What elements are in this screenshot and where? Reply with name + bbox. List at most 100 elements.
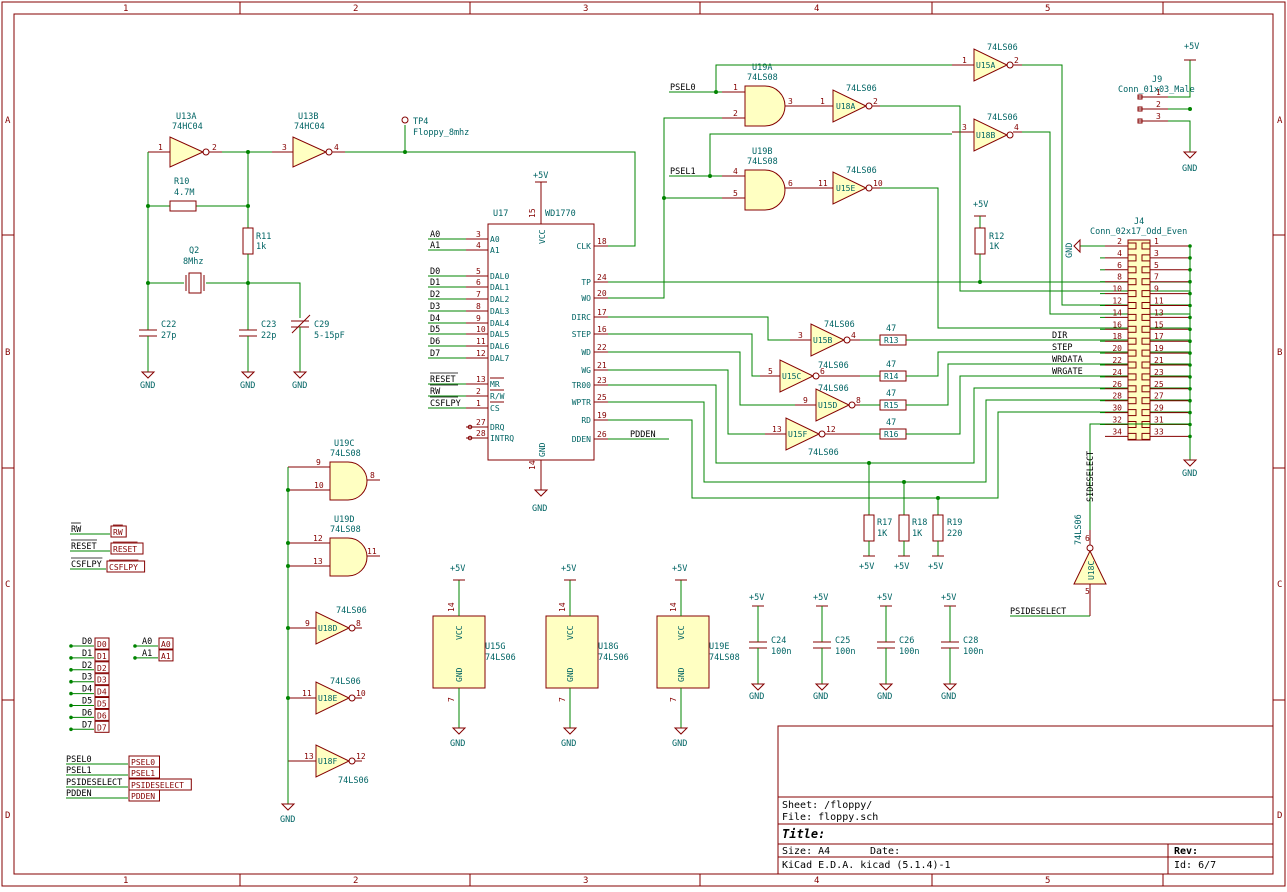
u15c-value: 74LS06 [818,361,849,371]
u18c-label: U18C [1087,561,1096,580]
r17-value: 1K [877,529,888,539]
c26-value: 100n [899,647,919,657]
net-dir: DIR [1052,331,1068,341]
glabel-data-text: D7 [97,723,107,732]
u18f-pin-in: 13 [304,752,314,761]
u18g-gnd-pin: 7 [558,697,567,702]
j4-pin-right: 21 [1154,356,1164,365]
r10-ref: R10 [174,177,189,187]
u17-gnd-pin: 14 [528,460,537,470]
u19b-value: 74LS08 [747,157,778,167]
u15g-gnd-name: GND [455,667,464,682]
u17-net-label: CSFLPY [430,399,461,409]
u19a-symbol[interactable] [744,85,786,127]
r15-ref: R15 [884,401,899,410]
tp4-ref: TP4 [413,117,428,127]
j4-pin-right: 17 [1154,332,1164,341]
tp4-symbol[interactable] [401,116,409,124]
title-file: File: floppy.sch [782,812,878,823]
u17-pin-num: 5 [476,267,481,276]
u19c-symbol[interactable] [329,461,368,501]
u15f-pin-in: 13 [772,425,782,434]
glabel-addr-text: A0 [161,640,171,649]
r16-value: 47 [886,418,896,428]
j4-pin-right: 29 [1154,404,1164,413]
u15e-pin-in: 11 [818,179,828,188]
u15b-label: U15B [813,336,832,345]
r19-symbol[interactable] [932,514,944,542]
u17-pin-num: 2 [476,387,481,396]
u17-pin-name: DAL1 [490,283,509,292]
u19e-gnd-pin: 7 [669,697,678,702]
u13b-symbol[interactable] [292,136,328,168]
c28-ref: C28 [963,636,978,646]
u17-pin-num: 16 [597,325,607,334]
title-block: Sheet: /floppy/ File: floppy.sch Title: … [777,725,1274,875]
u17-net-label: A1 [430,241,440,251]
u17-pin-num: 7 [476,290,481,299]
u18a-value: 74LS06 [846,84,877,94]
c24-5v: +5V [749,593,764,603]
psel-net-label: PSIDESELECT [66,778,122,788]
j4-pin-left: 2 [1117,237,1122,246]
r11-symbol[interactable] [242,227,254,255]
c25-5v: +5V [813,593,828,603]
r11-ref: R11 [256,232,271,242]
r19-5v: +5V [928,562,943,572]
u19c-pin-9: 9 [316,458,321,467]
data-net-label: D0 [82,637,92,647]
frame-col-2-bottom: 2 [353,876,358,886]
c24-gnd: GND [749,692,764,702]
u17-pin-name: DIRC [572,313,591,322]
u18g-vcc-name: VCC [566,625,575,640]
j4-gnd-left: GND [1065,243,1075,258]
frame-col-1-bottom: 1 [123,876,128,886]
u19a-pin-2: 2 [733,109,738,118]
title-sheet: Sheet: /floppy/ [782,800,872,811]
q2-ref: Q2 [189,246,199,256]
j9-gnd-label: GND [1182,164,1197,174]
u15e-label: U15E [836,184,855,193]
glabel-data-text: D6 [97,711,107,720]
j4-value: Conn_02x17_Odd_Even [1090,227,1187,237]
net-wrdata: WRDATA [1052,355,1083,365]
u17-pin-num: 27 [476,418,486,427]
frame-col-5-bottom: 5 [1045,876,1050,886]
q2-symbol[interactable] [188,272,202,294]
c28-value: 100n [963,647,983,657]
j4-pin-right: 15 [1154,320,1164,329]
u13b-pin-out: 4 [334,143,339,152]
c25-gnd: GND [813,692,828,702]
r12-5v: +5V [973,200,988,210]
glabel-net: CSFLPY [71,560,102,570]
j4-pin-left: 14 [1112,308,1122,317]
schematic-canvas: 1 2 3 4 5 1 2 3 4 5 A B C D A B C D Shee… [1,1,1286,887]
u15g-gnd-pin: 7 [447,697,456,702]
u18a-pin-in: 1 [820,97,825,106]
u17-pin-name: MR [490,380,500,389]
r12-symbol[interactable] [974,227,986,255]
c29-value: 5-15pF [314,331,345,341]
u17-pin-name: DAL6 [490,342,509,351]
r10-symbol[interactable] [169,200,197,212]
c25-value: 100n [835,647,855,657]
u19d-symbol[interactable] [329,537,368,577]
r18-symbol[interactable] [898,514,910,542]
u17-net-label: RW [430,387,441,397]
psel-net-label: PSEL0 [66,755,92,765]
u19d-pin-12: 12 [313,534,323,543]
u13a-symbol[interactable] [169,136,205,168]
gnd-label-c23: GND [240,381,255,391]
u17-pin-name: WPTR [572,398,591,407]
u17-pin-name: R/W [490,392,505,401]
u19e-value: 74LS08 [709,653,740,663]
net-sideselect: SIDESELECT [1086,451,1096,502]
u17-pin-name: WD [581,348,591,357]
u17-net-label: D4 [430,314,440,324]
u18f-pin-out: 12 [356,752,366,761]
u19b-symbol[interactable] [744,169,786,211]
u15a-value: 74LS06 [987,43,1018,53]
net-psel1: PSEL1 [670,167,696,177]
r17-symbol[interactable] [863,514,875,542]
wd1770-controller: U17 WD1770 15 VCC +5V 14 GND GND 3 A0 4 A1 5… [466,171,608,514]
